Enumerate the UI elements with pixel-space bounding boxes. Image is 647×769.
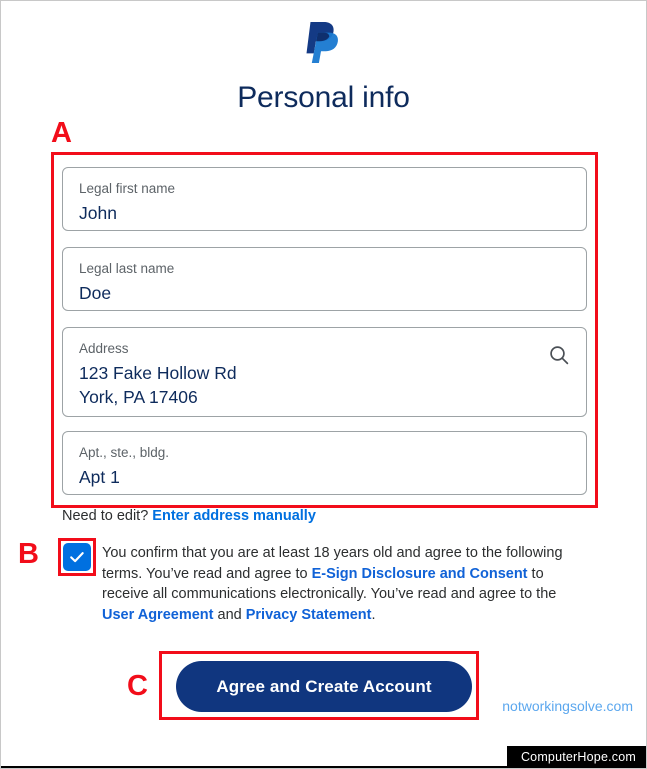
brand-logo-container [1, 19, 646, 65]
need-to-edit-line: Need to edit? Enter address manually [62, 506, 316, 526]
legal-first-name-field[interactable]: Legal first name John [62, 167, 587, 231]
legal-last-name-label: Legal last name [79, 261, 175, 276]
page-title: Personal info [237, 81, 410, 114]
annotation-letter-c: C [127, 670, 148, 702]
address-search-button[interactable] [546, 342, 572, 368]
annotation-letter-a: A [51, 117, 72, 149]
need-to-edit-prefix: Need to edit? [62, 508, 153, 524]
apartment-field[interactable]: Apt., ste., bldg. Apt 1 [62, 431, 587, 495]
apartment-value[interactable]: Apt 1 [79, 465, 570, 489]
consent-text: You confirm that you are at least 18 yea… [102, 543, 584, 625]
address-value-line2[interactable]: York, PA 17406 [79, 385, 570, 409]
legal-last-name-value[interactable]: Doe [79, 281, 570, 305]
apartment-label: Apt., ste., bldg. [79, 445, 170, 460]
site-watermark: notworkingsolve.com [502, 698, 633, 714]
paypal-logo [306, 22, 338, 63]
user-agreement-link[interactable]: User Agreement [102, 607, 213, 623]
esign-disclosure-link[interactable]: E-Sign Disclosure and Consent [312, 566, 528, 582]
age-consent-checkbox[interactable] [63, 543, 91, 571]
search-icon [550, 346, 569, 365]
consent-part-3: and [213, 606, 246, 623]
address-label: Address [79, 341, 129, 356]
agree-and-create-account-button[interactable]: Agree and Create Account [176, 661, 472, 712]
consent-part-4: . [371, 606, 376, 623]
address-value-line1[interactable]: 123 Fake Hollow Rd [79, 361, 570, 385]
address-field[interactable]: Address 123 Fake Hollow Rd York, PA 1740… [62, 327, 587, 417]
legal-first-name-label: Legal first name [79, 181, 176, 196]
privacy-statement-link[interactable]: Privacy Statement [246, 607, 372, 623]
checkmark-icon [70, 552, 84, 563]
legal-first-name-value[interactable]: John [79, 201, 570, 225]
enter-address-manually-link[interactable]: Enter address manually [152, 508, 316, 524]
footer-attribution: ComputerHope.com [506, 746, 646, 768]
paypal-signup-page: Personal info A B C Legal first name Joh… [0, 0, 647, 769]
legal-last-name-field[interactable]: Legal last name Doe [62, 247, 587, 311]
annotation-letter-b: B [18, 538, 39, 570]
